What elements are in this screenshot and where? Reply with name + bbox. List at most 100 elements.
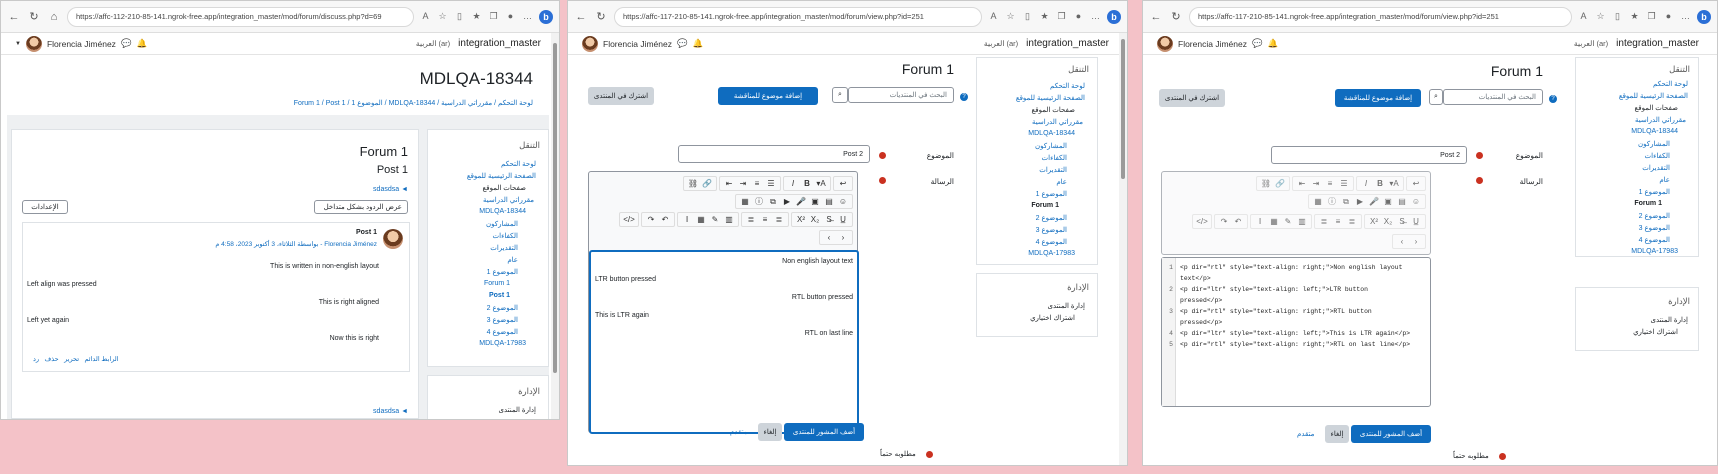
breadcrumb-item[interactable]: الموضوع 1 [351, 100, 382, 107]
more-icon[interactable]: … [522, 11, 533, 22]
site-name[interactable]: integration_master [458, 38, 541, 49]
edit-link[interactable]: تحرير [64, 356, 79, 363]
nav-item[interactable]: الموضوع 1 [1639, 188, 1670, 196]
display-mode-select[interactable]: عرض الردود بشكل متداخل [314, 200, 408, 214]
language-menu[interactable]: العربية (ar) [984, 39, 1018, 48]
back-icon[interactable]: ← [7, 11, 21, 23]
favorites-icon[interactable]: ☆ [1005, 11, 1016, 22]
html-icon[interactable]: </> [622, 214, 636, 225]
ordered-list-icon[interactable]: ≡ [1323, 178, 1337, 189]
collections-icon[interactable]: ❐ [1056, 11, 1067, 22]
underline-icon[interactable]: U̲ [836, 214, 850, 225]
permalink-link[interactable]: الرابط الدائم [84, 356, 118, 363]
nav-item[interactable]: صفحات الموقع [1635, 104, 1678, 112]
nav-item[interactable]: الصفحة الرئيسية للموقع [1619, 92, 1688, 100]
clear-format-icon[interactable]: Ⅰ [1253, 216, 1267, 227]
next-discussion-link[interactable]: sdasdsa ◄ [373, 186, 408, 193]
editor-content-area[interactable]: Non english layout text LTR button press… [589, 250, 859, 434]
bell-icon[interactable]: 🔔 [1268, 38, 1279, 49]
superscript-icon[interactable]: X² [1367, 216, 1381, 227]
bing-icon[interactable]: b [1697, 9, 1711, 24]
user-menu[interactable]: ▼ Florencia Jiménez 💬 🔔 [15, 35, 147, 52]
nav-item-current[interactable]: Post 1 [489, 292, 510, 299]
scrollbar[interactable] [1119, 33, 1127, 465]
collections-icon[interactable]: ❐ [1646, 11, 1657, 22]
favorites-bar-icon[interactable]: ★ [1039, 11, 1050, 22]
strikethrough-icon[interactable]: S̶ [1395, 216, 1409, 227]
copy-icon[interactable]: ⧉ [766, 196, 780, 207]
nav-item[interactable]: المشاركون [1035, 142, 1067, 150]
undo-icon[interactable]: ↶ [1231, 216, 1245, 227]
nav-item[interactable]: مقرراتي الدراسية [1635, 116, 1686, 124]
profile-icon[interactable]: ● [505, 11, 516, 22]
help-icon[interactable]: ? [1549, 95, 1557, 103]
read-aloud-icon[interactable]: A [420, 11, 431, 22]
nav-item[interactable]: الكفاءات [1645, 152, 1670, 160]
html-icon[interactable]: </> [1195, 216, 1209, 227]
align-center-icon[interactable]: ≡ [1331, 216, 1345, 227]
scrollbar[interactable] [551, 33, 559, 419]
nav-item[interactable]: الموضوع 3 [1639, 224, 1670, 232]
forum-search-input[interactable]: البحث في المنتديات [848, 87, 954, 103]
bing-icon[interactable]: b [539, 9, 553, 24]
nav-item[interactable]: Forum 1 [484, 280, 510, 287]
rtl-icon[interactable]: › [1409, 236, 1423, 247]
indent-icon[interactable]: ⇥ [1309, 178, 1323, 189]
table-icon[interactable]: ▦ [1311, 196, 1325, 207]
collapse-icon[interactable]: ↩ [1409, 178, 1423, 189]
nav-item[interactable]: الموضوع 1 [487, 268, 518, 276]
nav-item[interactable]: الموضوع 2 [1639, 212, 1670, 220]
bold-icon[interactable]: B [800, 178, 814, 189]
profile-icon[interactable]: ● [1663, 11, 1674, 22]
superscript-icon[interactable]: X² [794, 214, 808, 225]
user-menu[interactable]: Florencia Jiménez 💬 🔔 [1157, 35, 1279, 52]
favorites-icon[interactable]: ☆ [437, 11, 448, 22]
link-icon[interactable]: 🔗 [1273, 178, 1287, 189]
nav-item[interactable]: الموضوع 1 [1036, 190, 1067, 198]
subject-input[interactable]: Post 2 [1271, 146, 1467, 164]
italic-icon[interactable]: I [786, 178, 800, 189]
nav-item[interactable]: صفحات الموقع [483, 184, 526, 192]
split-screen-icon[interactable]: ▯ [454, 11, 465, 22]
nav-item[interactable]: الكفاءات [1042, 154, 1067, 162]
chat-icon[interactable]: 💬 [677, 38, 688, 49]
media-icon[interactable]: ▶ [780, 196, 794, 207]
advanced-link[interactable]: متقدم [730, 428, 747, 436]
unlink-icon[interactable]: ⛓ [1259, 178, 1273, 189]
outdent-icon[interactable]: ⇤ [1295, 178, 1309, 189]
nav-item[interactable]: الصفحة الرئيسية للموقع [467, 172, 536, 180]
emoji-icon[interactable]: ☺ [836, 196, 850, 207]
nav-item[interactable]: صفحات الموقع [1032, 106, 1075, 114]
nav-item[interactable]: التقديرات [1039, 166, 1067, 174]
record-audio-icon[interactable]: 🎤 [1367, 196, 1381, 207]
subscript-icon[interactable]: X₂ [1381, 216, 1395, 227]
bell-icon[interactable]: 🔔 [693, 38, 704, 49]
address-bar[interactable]: https://affc-112-210-85-141.ngrok-free.a… [67, 6, 414, 27]
nav-item[interactable]: لوحة التحكم [501, 160, 536, 168]
read-aloud-icon[interactable]: A [1578, 11, 1589, 22]
split-screen-icon[interactable]: ▯ [1022, 11, 1033, 22]
clear-format-icon[interactable]: Ⅰ [680, 214, 694, 225]
favorites-icon[interactable]: ☆ [1595, 11, 1606, 22]
nav-item[interactable]: المشاركون [1638, 140, 1670, 148]
unlink-icon[interactable]: ⛓ [686, 178, 700, 189]
record-video-icon[interactable]: ▣ [1381, 196, 1395, 207]
nav-item[interactable]: الصفحة الرئيسية للموقع [1016, 94, 1085, 102]
ltr-icon[interactable]: ‹ [822, 232, 836, 243]
more-icon[interactable]: … [1680, 11, 1691, 22]
bullet-list-icon[interactable]: ☰ [764, 178, 778, 189]
split-screen-icon[interactable]: ▯ [1612, 11, 1623, 22]
breadcrumb-item[interactable]: MDLQA-18344 [389, 100, 436, 107]
breadcrumb-item[interactable]: Post 1 [326, 100, 346, 107]
bold-icon[interactable]: B [1373, 178, 1387, 189]
italic-icon[interactable]: I [1359, 178, 1373, 189]
nav-item[interactable]: التقديرات [1642, 164, 1670, 172]
cancel-button[interactable]: إلغاء [758, 423, 782, 441]
nav-item[interactable]: عام [1659, 176, 1670, 184]
home-icon[interactable]: ⌂ [47, 11, 61, 23]
bullet-list-icon[interactable]: ☰ [1337, 178, 1351, 189]
settings-menu[interactable]: الإعدادات [22, 200, 68, 214]
paragraph-styles-icon[interactable]: ▾A [1387, 178, 1401, 189]
nav-item[interactable]: الموضوع 2 [1036, 214, 1067, 222]
admin-item[interactable]: إدارة المنتدى [498, 406, 536, 414]
